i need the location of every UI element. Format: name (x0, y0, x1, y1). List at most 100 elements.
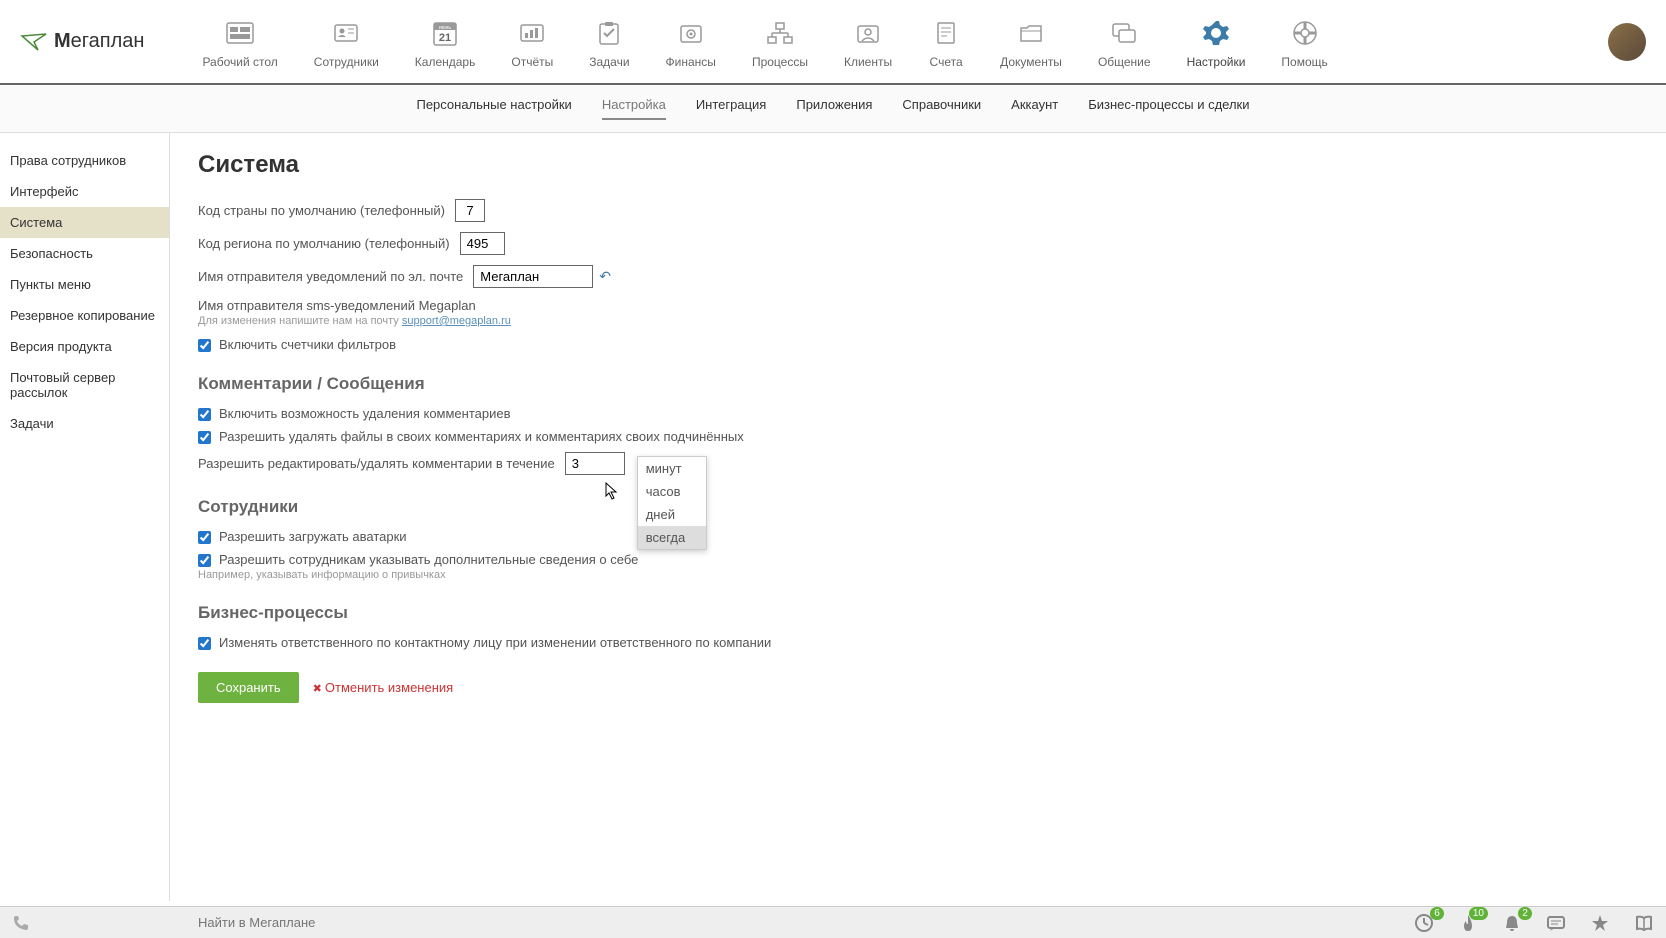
email-sender-input[interactable] (473, 265, 593, 288)
sidebar-system[interactable]: Система (0, 207, 169, 238)
bp-responsible-checkbox[interactable] (198, 637, 211, 650)
nav-finance[interactable]: Финансы (648, 11, 734, 73)
fire-badge: 10 (1469, 907, 1488, 920)
sidebar-interface[interactable]: Интерфейс (0, 176, 169, 207)
nav-clients[interactable]: Клиенты (826, 11, 910, 73)
invoices-icon (928, 15, 964, 51)
edit-time-label: Разрешить редактировать/удалять коммента… (198, 456, 555, 471)
edit-time-input[interactable] (565, 452, 625, 475)
top-nav-items: Рабочий стол Сотрудники июнь21 Календарь… (184, 11, 1608, 73)
top-nav: Мегаплан Рабочий стол Сотрудники июнь21 … (0, 0, 1666, 85)
time-unit-menu: минут часов дней всегда (637, 456, 707, 550)
subnav-directories[interactable]: Справочники (902, 97, 981, 120)
nav-label: Счета (930, 55, 963, 69)
footer: 6 10 2 (0, 906, 1666, 938)
subnav-settings[interactable]: Настройка (602, 97, 666, 120)
allow-extra-info-label: Разрешить сотрудникам указывать дополнит… (219, 552, 638, 567)
unit-option-hours[interactable]: часов (638, 480, 706, 503)
nav-reports[interactable]: Отчёты (493, 11, 571, 73)
sidebar-backup[interactable]: Резервное копирование (0, 300, 169, 331)
filter-counters-checkbox[interactable] (198, 339, 211, 352)
sidebar-menu[interactable]: Пункты меню (0, 269, 169, 300)
documents-icon (1013, 15, 1049, 51)
sidebar-permissions[interactable]: Права сотрудников (0, 145, 169, 176)
nav-label: Документы (1000, 55, 1062, 69)
nav-settings[interactable]: Настройки (1169, 11, 1264, 73)
sidebar-version[interactable]: Версия продукта (0, 331, 169, 362)
nav-label: Общение (1098, 55, 1151, 69)
message-icon[interactable] (1546, 913, 1566, 933)
calendar-icon: июнь21 (427, 15, 463, 51)
subnav-bp[interactable]: Бизнес-процессы и сделки (1088, 97, 1249, 120)
unit-option-days[interactable]: дней (638, 503, 706, 526)
allow-avatars-label: Разрешить загружать аватарки (219, 529, 407, 544)
logo[interactable]: Мегаплан (20, 30, 144, 53)
enable-delete-checkbox[interactable] (198, 408, 211, 421)
nav-label: Календарь (415, 55, 476, 69)
allow-delete-files-label: Разрешить удалять файлы в своих коммента… (219, 429, 744, 444)
cancel-button[interactable]: Отменить изменения (313, 680, 454, 695)
region-code-label: Код региона по умолчанию (телефонный) (198, 236, 450, 251)
country-code-input[interactable] (455, 199, 485, 222)
sidebar-security[interactable]: Безопасность (0, 238, 169, 269)
logo-icon (20, 32, 48, 52)
subnav-apps[interactable]: Приложения (796, 97, 872, 120)
support-link[interactable]: support@megaplan.ru (402, 315, 511, 327)
nav-tasks[interactable]: Задачи (571, 11, 647, 73)
phone-icon[interactable] (12, 914, 72, 932)
nav-invoices[interactable]: Счета (910, 11, 982, 73)
clock-badge: 6 (1430, 907, 1444, 920)
tasks-icon (591, 15, 627, 51)
user-avatar[interactable] (1608, 23, 1646, 61)
save-button[interactable]: Сохранить (198, 672, 299, 703)
unit-option-always[interactable]: всегда (638, 526, 706, 549)
logo-text: Мегаплан (54, 30, 144, 53)
nav-dashboard[interactable]: Рабочий стол (184, 11, 295, 73)
chat-icon (1106, 15, 1142, 51)
enable-delete-label: Включить возможность удаления комментари… (219, 406, 511, 421)
search-input[interactable] (192, 909, 492, 936)
bell-icon[interactable]: 2 (1502, 913, 1522, 933)
nav-label: Помощь (1281, 55, 1327, 69)
nav-employees[interactable]: Сотрудники (296, 11, 397, 73)
book-icon[interactable] (1634, 913, 1654, 933)
allow-avatars-checkbox[interactable] (198, 531, 211, 544)
page-title: Система (198, 151, 1638, 179)
nav-calendar[interactable]: июнь21 Календарь (397, 11, 494, 73)
sms-sender-label: Имя отправителя sms-уведомлений Megaplan (198, 298, 476, 313)
region-code-input[interactable] (460, 232, 505, 255)
nav-label: Задачи (589, 55, 629, 69)
nav-chat[interactable]: Общение (1080, 11, 1169, 73)
fire-icon[interactable]: 10 (1458, 913, 1478, 933)
unit-option-minutes[interactable]: минут (638, 457, 706, 480)
nav-processes[interactable]: Процессы (734, 11, 826, 73)
sms-hint: Для изменения напишите нам на почту supp… (198, 315, 1638, 327)
clock-icon[interactable]: 6 (1414, 913, 1434, 933)
reset-icon[interactable]: ↶ (599, 268, 611, 285)
bell-badge: 2 (1518, 907, 1532, 920)
sidebar-tasks[interactable]: Задачи (0, 408, 169, 439)
sidebar-mailserver[interactable]: Почтовый сервер рассылок (0, 362, 169, 408)
content: Система Код страны по умолчанию (телефон… (170, 133, 1666, 901)
subnav-integration[interactable]: Интеграция (696, 97, 767, 120)
allow-extra-info-checkbox[interactable] (198, 554, 211, 567)
nav-documents[interactable]: Документы (982, 11, 1080, 73)
allow-extra-info-hint: Например, указывать информацию о привычк… (198, 569, 1638, 581)
finance-icon (673, 15, 709, 51)
nav-label: Клиенты (844, 55, 892, 69)
subnav-account[interactable]: Аккаунт (1011, 97, 1058, 120)
sub-nav: Персональные настройки Настройка Интегра… (0, 85, 1666, 133)
allow-delete-files-checkbox[interactable] (198, 431, 211, 444)
clients-icon (850, 15, 886, 51)
nav-help[interactable]: Помощь (1263, 11, 1345, 73)
reports-icon (514, 15, 550, 51)
subnav-personal[interactable]: Персональные настройки (416, 97, 571, 120)
nav-label: Сотрудники (314, 55, 379, 69)
comments-section-title: Комментарии / Сообщения (198, 374, 1638, 394)
bp-section-title: Бизнес-процессы (198, 603, 1638, 623)
star-icon[interactable] (1590, 913, 1610, 933)
nav-label: Процессы (752, 55, 808, 69)
svg-text:июнь: июнь (439, 25, 451, 31)
nav-label: Настройки (1187, 55, 1246, 69)
email-sender-label: Имя отправителя уведомлений по эл. почте (198, 269, 463, 284)
